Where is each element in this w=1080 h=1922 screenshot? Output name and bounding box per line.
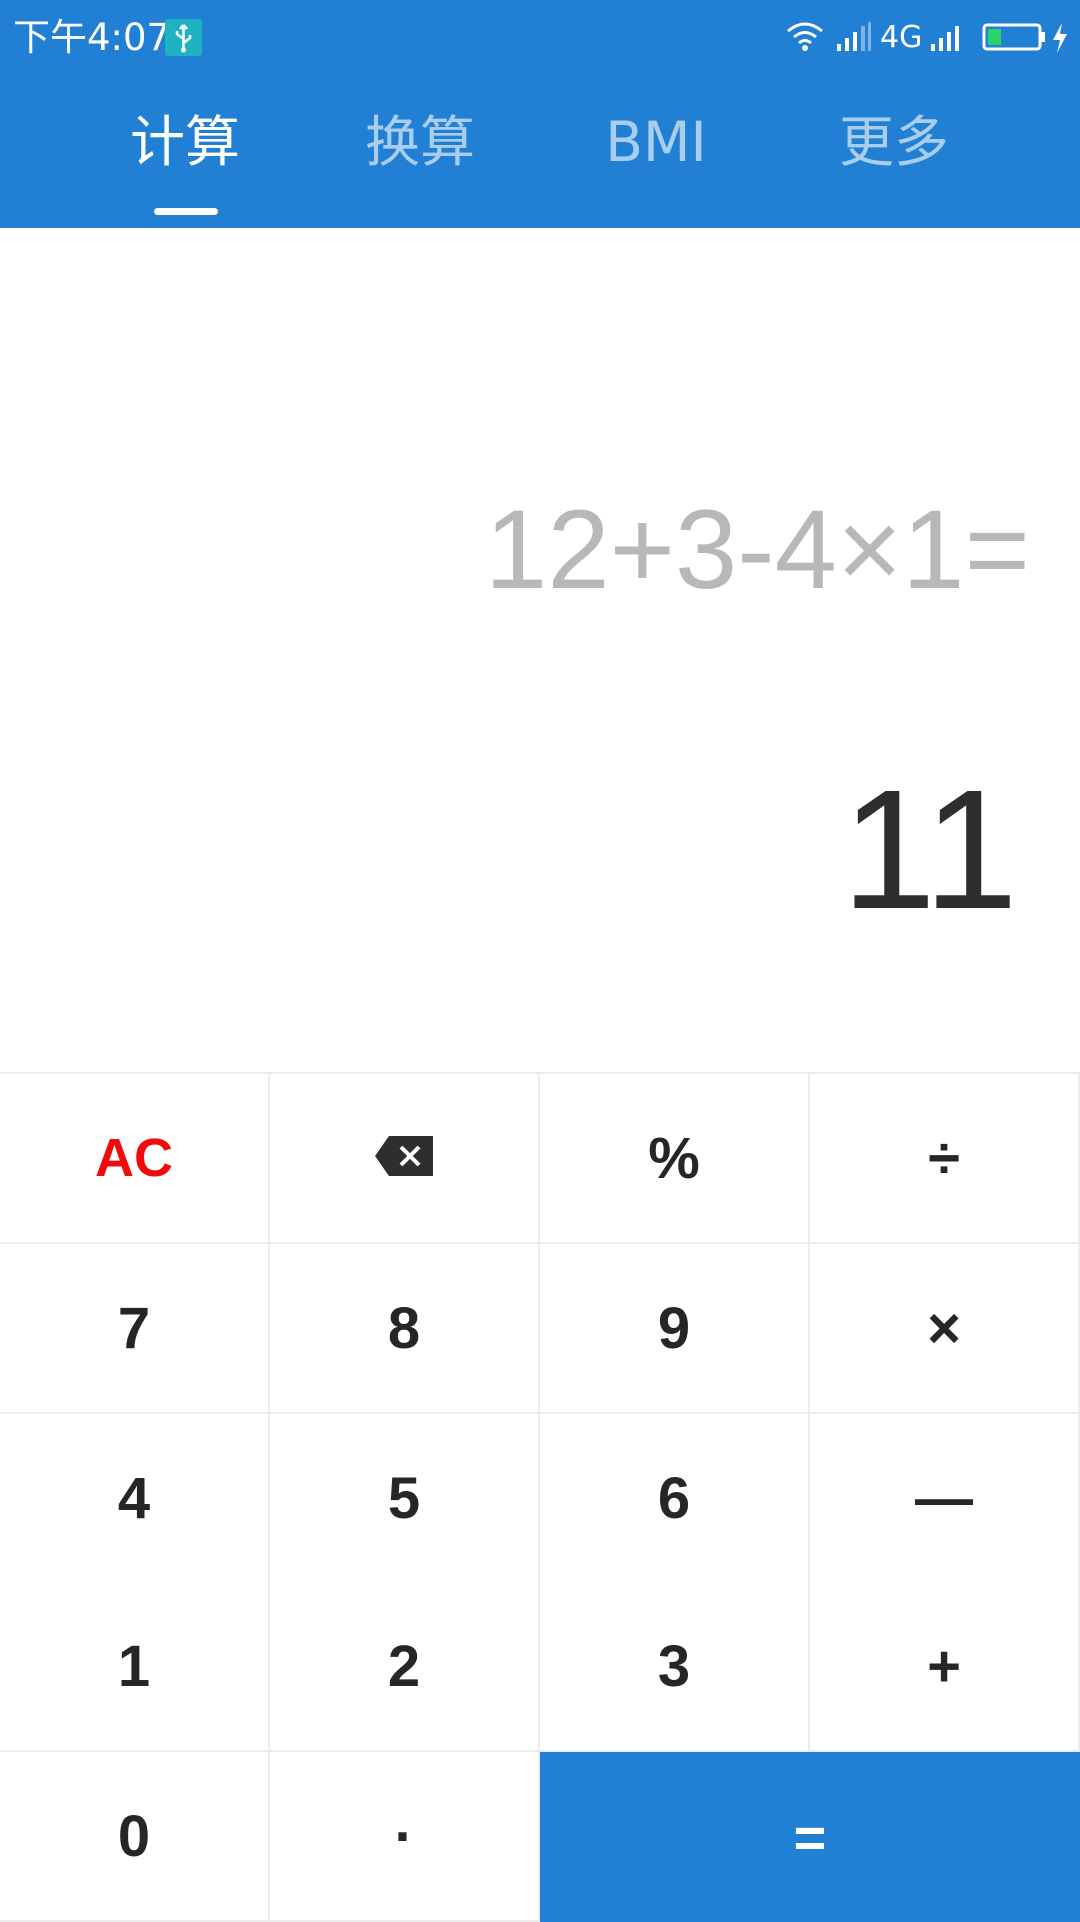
- status-bar: 下午4:07 4G: [0, 0, 1080, 76]
- backspace-icon: [373, 1125, 435, 1192]
- digit-4-button[interactable]: 4: [0, 1414, 270, 1584]
- battery-icon: [982, 22, 1046, 56]
- result-display: 11: [841, 755, 1018, 945]
- charging-icon: [1050, 22, 1070, 58]
- digit-3-button[interactable]: 3: [540, 1582, 810, 1752]
- expression-display: 12+3-4×1=: [485, 487, 1030, 612]
- digit-6-button[interactable]: 6: [540, 1414, 810, 1584]
- network-type: 4G: [880, 20, 923, 55]
- digit-7-button[interactable]: 7: [0, 1244, 270, 1414]
- clear-button[interactable]: AC: [0, 1074, 270, 1244]
- percent-button[interactable]: %: [540, 1074, 810, 1244]
- digit-8-button[interactable]: 8: [270, 1244, 540, 1414]
- usb-icon: [165, 19, 202, 56]
- tab-calculate[interactable]: 计算: [95, 110, 275, 174]
- multiply-button[interactable]: ×: [810, 1244, 1080, 1414]
- digit-0-button[interactable]: 0: [0, 1752, 270, 1922]
- digit-2-button[interactable]: 2: [270, 1582, 540, 1752]
- signal-icon: [930, 22, 966, 56]
- signal-icon: [836, 22, 872, 56]
- tab-bar: 计算 换算 BMI 更多: [0, 90, 1080, 228]
- tab-bmi[interactable]: BMI: [566, 110, 746, 174]
- equals-button[interactable]: =: [540, 1752, 1080, 1922]
- plus-button[interactable]: +: [810, 1582, 1080, 1752]
- digit-5-button[interactable]: 5: [270, 1414, 540, 1584]
- keypad: AC % ÷ 7 8 9 × 4 5 6 — 1 2 3 + 0 · =: [0, 1072, 1080, 1922]
- tab-more[interactable]: 更多: [804, 110, 984, 174]
- tab-convert[interactable]: 换算: [330, 110, 510, 174]
- decimal-point-button[interactable]: ·: [270, 1752, 540, 1922]
- minus-button[interactable]: —: [810, 1414, 1080, 1584]
- status-time: 下午4:07: [13, 16, 171, 59]
- divide-button[interactable]: ÷: [810, 1074, 1080, 1244]
- digit-1-button[interactable]: 1: [0, 1582, 270, 1752]
- wifi-icon: [785, 20, 825, 56]
- app-header: 下午4:07 4G 计算 换算 BMI 更多: [0, 0, 1080, 228]
- active-tab-indicator: [154, 208, 218, 215]
- backspace-button[interactable]: [270, 1074, 540, 1244]
- digit-9-button[interactable]: 9: [540, 1244, 810, 1414]
